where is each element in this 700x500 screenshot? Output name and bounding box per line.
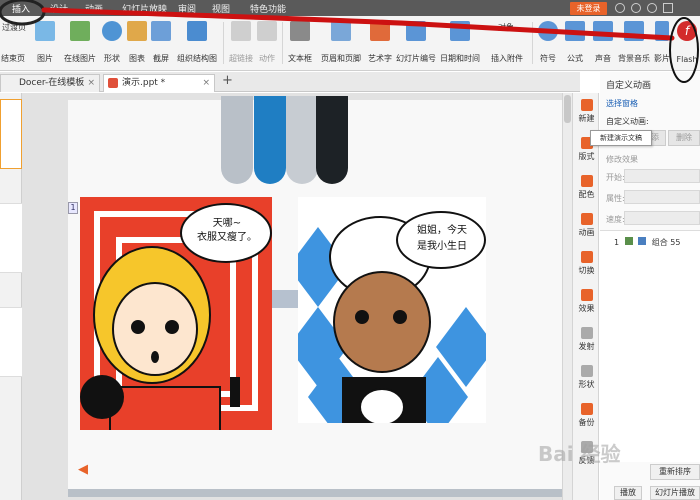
annotation-marks — [0, 0, 699, 83]
annotation-line — [41, 7, 675, 41]
annotation-circle — [0, 0, 46, 26]
annotation-circle — [669, 17, 699, 83]
